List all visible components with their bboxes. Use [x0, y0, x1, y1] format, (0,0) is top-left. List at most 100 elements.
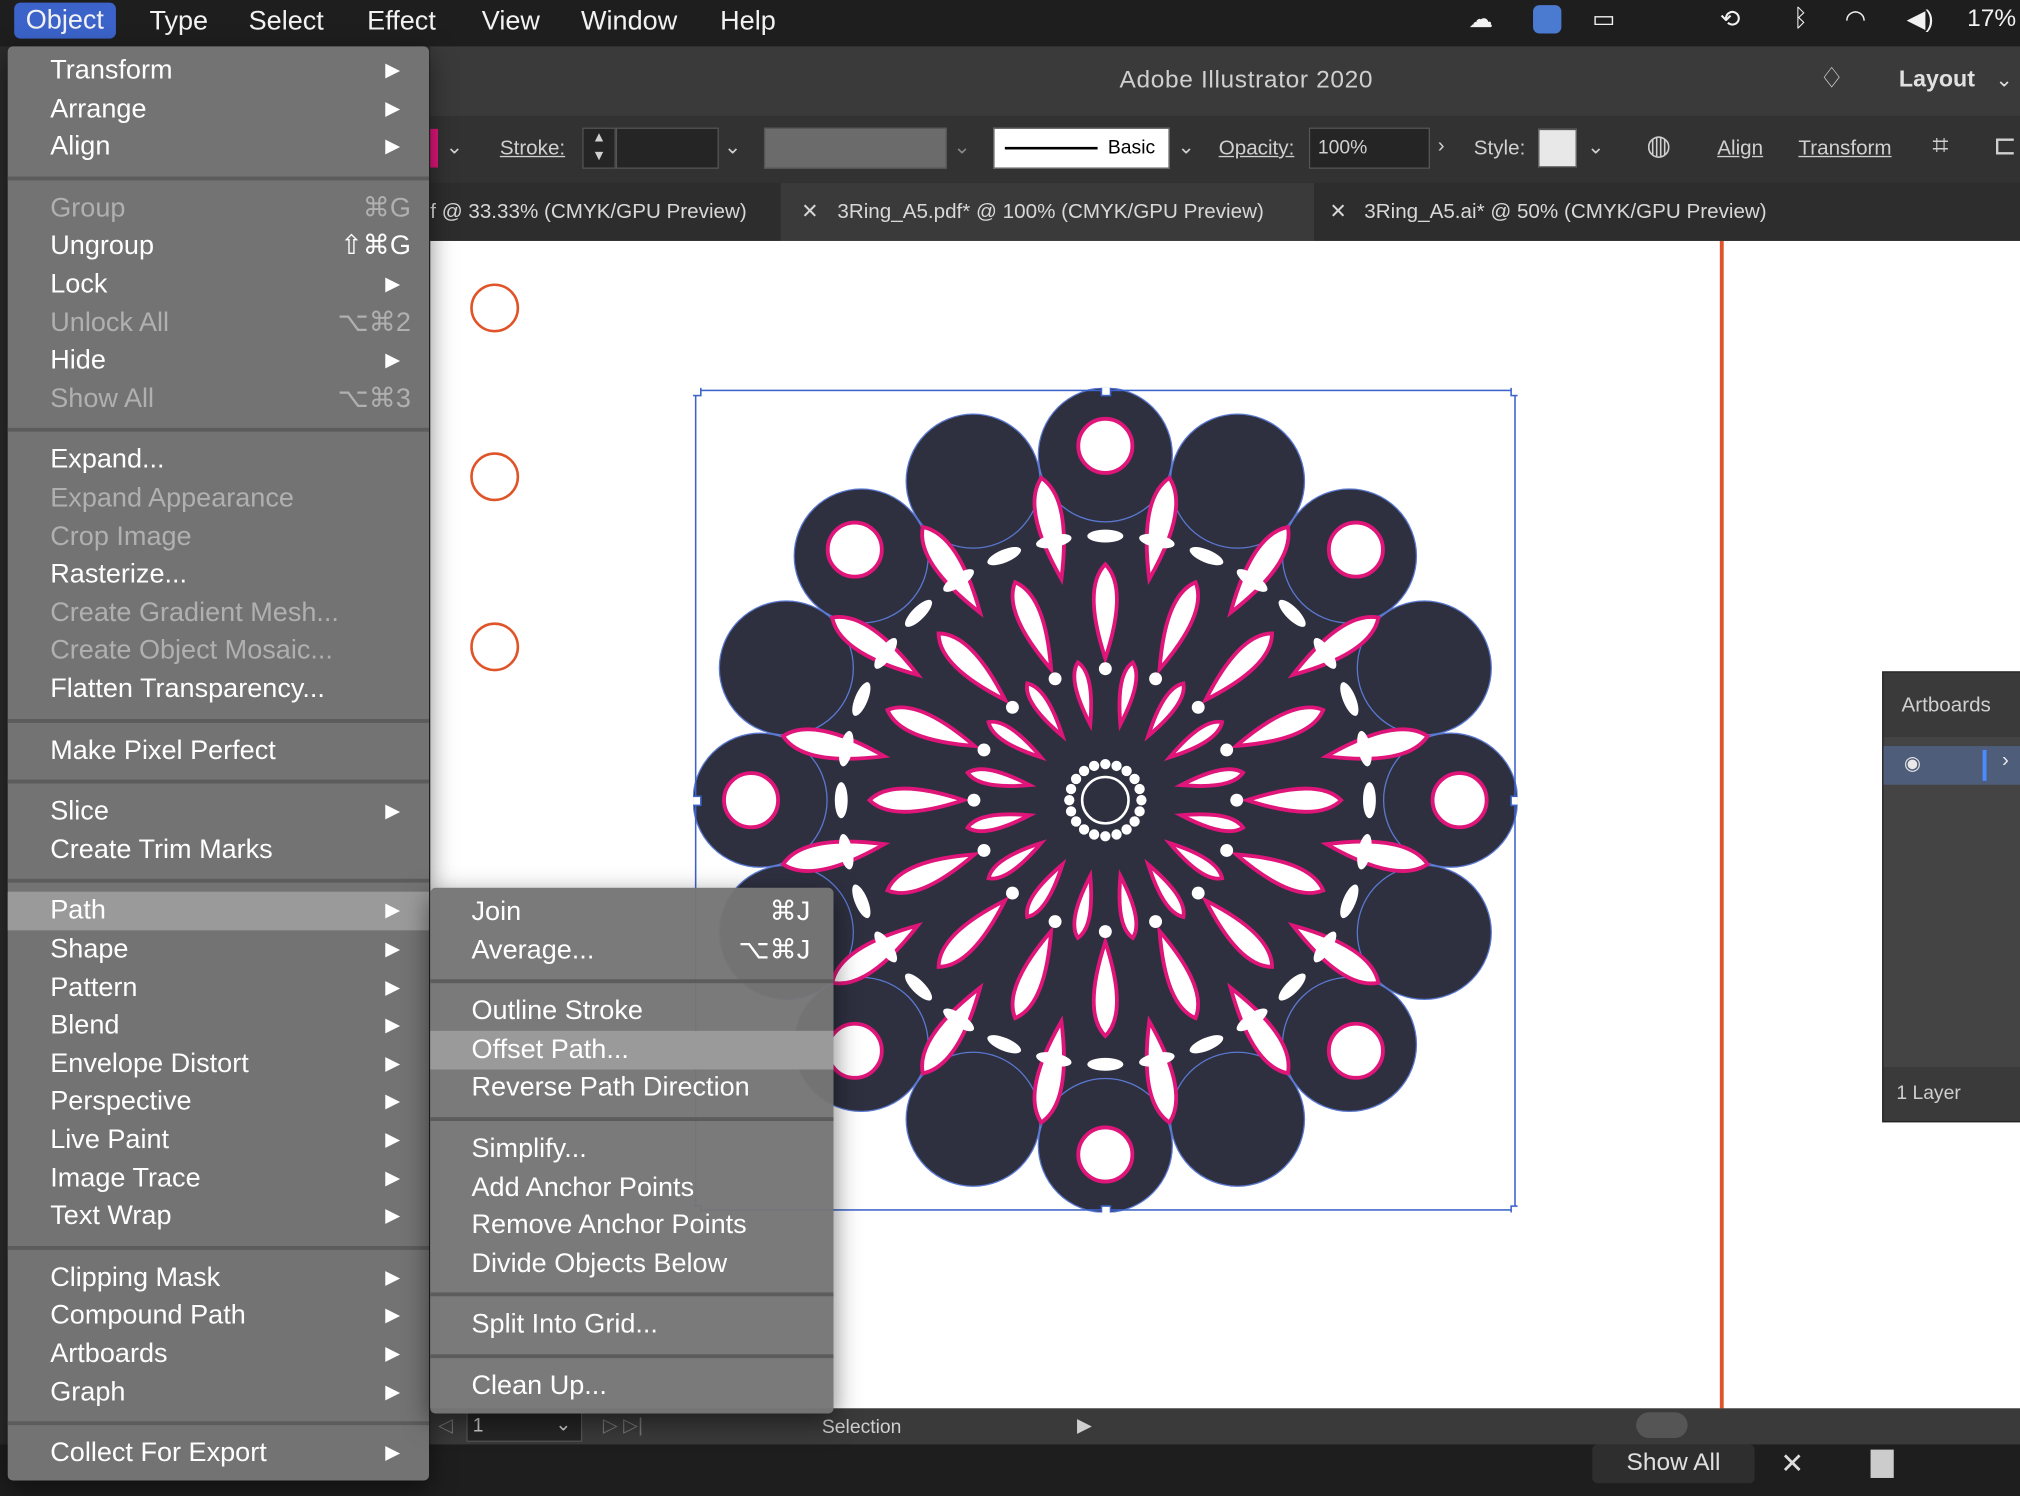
menu-item-reverse-path-direction[interactable]: Reverse Path Direction — [430, 1069, 833, 1108]
menu-select[interactable]: Select — [249, 6, 324, 37]
menu-item-hide[interactable]: Hide ▶ — [8, 342, 429, 381]
stroke-weight-dropdown[interactable]: ⌄ — [724, 134, 741, 160]
menu-item-clean-up[interactable]: Clean Up... — [430, 1367, 833, 1406]
isolate-icon[interactable]: ⌗ — [1932, 129, 1948, 163]
stroke-weight-stepper[interactable]: ▲ ▼ — [582, 127, 616, 169]
menu-item-split-into-grid[interactable]: Split Into Grid... — [430, 1306, 833, 1345]
menu-item-arrange[interactable]: Arrange ▶ — [8, 90, 429, 129]
menu-item-text-wrap[interactable]: Text Wrap ▶ — [8, 1197, 429, 1236]
arrange-icon[interactable]: ⊏ — [1993, 129, 2017, 163]
menu-item-create-trim-marks[interactable]: Create Trim Marks — [8, 831, 429, 870]
menu-item-envelope-distort[interactable]: Envelope Distort ▶ — [8, 1045, 429, 1084]
tab-document-1[interactable]: f @ 33.33% (CMYK/GPU Preview) — [430, 183, 780, 241]
menu-item-label: Flatten Transparency... — [50, 673, 325, 704]
eye-icon[interactable]: ◉ — [1904, 751, 1921, 775]
menu-item-remove-anchor-points[interactable]: Remove Anchor Points — [430, 1206, 833, 1245]
brush-dropdown[interactable]: ⌄ — [1177, 134, 1194, 160]
airplay-icon[interactable]: ▭ — [1592, 5, 1615, 35]
time-machine-icon[interactable]: ⟲ — [1720, 5, 1741, 35]
menu-item-divide-objects-below[interactable]: Divide Objects Below — [430, 1244, 833, 1283]
artboards-panel-title[interactable]: Artboards — [1901, 695, 1990, 718]
artboard-number-input[interactable]: 1 ⌄ — [466, 1412, 583, 1442]
menu-window[interactable]: Window — [581, 6, 677, 37]
menu-item-shape[interactable]: Shape ▶ — [8, 930, 429, 969]
align-link[interactable]: Align — [1717, 138, 1763, 161]
next-artboard-icon[interactable]: ▷ ▷| — [603, 1414, 643, 1437]
menu-help[interactable]: Help — [720, 6, 776, 37]
menu-item-compound-path[interactable]: Compound Path ▶ — [8, 1297, 429, 1336]
status-menu-arrow[interactable]: ▶ — [1077, 1414, 1092, 1437]
stroke-label[interactable]: Stroke: — [500, 138, 565, 161]
menu-item-ungroup[interactable]: Ungroup ⇧⌘G — [8, 227, 429, 266]
menu-item-image-trace[interactable]: Image Trace ▶ — [8, 1159, 429, 1198]
binder-ring-hole[interactable] — [470, 283, 520, 333]
opacity-label[interactable]: Opacity: — [1219, 138, 1295, 161]
opacity-arrow[interactable]: › — [1438, 135, 1445, 158]
menu-item-artboards[interactable]: Artboards ▶ — [8, 1335, 429, 1374]
menu-item-collect-for-export[interactable]: Collect For Export ▶ — [8, 1434, 429, 1473]
layer-row[interactable]: ◉ › — [1883, 746, 2020, 785]
document-thumbnail-icon[interactable] — [1870, 1449, 1894, 1478]
menu-item-live-paint[interactable]: Live Paint ▶ — [8, 1121, 429, 1160]
menu-item-clipping-mask[interactable]: Clipping Mask ▶ — [8, 1259, 429, 1298]
chevron-down-icon[interactable]: ⌄ — [555, 1412, 571, 1436]
lightbulb-icon[interactable]: ♢ — [1819, 62, 1844, 96]
binder-ring-hole[interactable] — [470, 452, 520, 502]
close-icon[interactable]: ✕ — [1780, 1447, 1804, 1481]
object-menu: Transform ▶ Arrange ▶ Align ▶ Group ⌘G Ungroup ⇧⌘… — [7, 46, 429, 1481]
menu-item-path[interactable]: Path ▶ — [7, 892, 429, 931]
menu-view[interactable]: View — [482, 6, 540, 37]
scroll-thumb[interactable] — [1636, 1412, 1688, 1439]
menu-item-slice[interactable]: Slice ▶ — [8, 793, 429, 832]
menu-item-graph[interactable]: Graph ▶ — [8, 1373, 429, 1412]
chevron-down-icon[interactable]: ⌄ — [1996, 67, 2013, 93]
volume-icon[interactable]: ◀) — [1907, 5, 1934, 35]
menu-item-simplify[interactable]: Simplify... — [430, 1130, 833, 1169]
menu-item-transform[interactable]: Transform ▶ — [8, 52, 429, 91]
menu-item-lock[interactable]: Lock ▶ — [8, 265, 429, 304]
menu-item-flatten-transparency[interactable]: Flatten Transparency... — [8, 670, 429, 709]
show-all-button[interactable]: Show All — [1592, 1444, 1755, 1484]
bluetooth-icon[interactable]: ᛒ — [1793, 5, 1808, 33]
variable-width-dropdown[interactable]: ⌄ — [953, 134, 970, 160]
menu-item-make-pixel-perfect[interactable]: Make Pixel Perfect — [8, 731, 429, 770]
style-swatch[interactable] — [1538, 128, 1577, 168]
menu-item-rasterize[interactable]: Rasterize... — [8, 556, 429, 595]
close-icon[interactable]: ✕ — [801, 183, 818, 241]
binder-ring-hole[interactable] — [470, 622, 520, 672]
mandala-center-dot — [1065, 806, 1077, 817]
menu-item-pattern[interactable]: Pattern ▶ — [8, 968, 429, 1007]
recolor-artwork-icon[interactable]: ◍ — [1646, 129, 1671, 163]
transform-link[interactable]: Transform — [1798, 138, 1891, 161]
mandala-center-dot — [1100, 831, 1111, 842]
menu-item-expand[interactable]: Expand... — [8, 441, 429, 480]
fill-dropdown[interactable]: ⌄ — [446, 134, 463, 160]
creative-cloud-icon[interactable]: ☁ — [1469, 5, 1493, 35]
fill-swatch[interactable] — [430, 128, 439, 168]
wifi-icon[interactable]: ◠ — [1845, 5, 1866, 35]
stroke-weight-input[interactable] — [615, 127, 719, 169]
menu-item-add-anchor-points[interactable]: Add Anchor Points — [430, 1168, 833, 1207]
menu-item-join[interactable]: Join ⌘J — [430, 893, 833, 932]
menu-item-blend[interactable]: Blend ▶ — [8, 1007, 429, 1046]
menu-item-align[interactable]: Align ▶ — [8, 128, 429, 167]
style-dropdown[interactable]: ⌄ — [1587, 134, 1604, 160]
app-status-icon[interactable] — [1533, 5, 1562, 41]
opacity-input[interactable]: 100% — [1308, 127, 1430, 169]
menu-type[interactable]: Type — [149, 6, 208, 37]
menu-item-average[interactable]: Average... ⌥⌘J — [430, 931, 833, 970]
tab-document-2[interactable]: ✕ 3Ring_A5.pdf* @ 100% (CMYK/GPU Preview… — [780, 182, 1315, 241]
first-artboard-icon[interactable]: ◁ — [438, 1414, 453, 1437]
battery-level[interactable]: 17% — [1967, 5, 2016, 33]
menu-item-perspective[interactable]: Perspective ▶ — [8, 1083, 429, 1122]
close-icon[interactable]: ✕ — [1329, 183, 1346, 241]
menu-object[interactable]: Object — [14, 2, 116, 39]
tab-document-3[interactable]: ✕ 3Ring_A5.ai* @ 50% (CMYK/GPU Preview) — [1314, 183, 1816, 241]
menu-effect[interactable]: Effect — [367, 6, 436, 37]
workspace-switcher[interactable]: Layout — [1899, 66, 1975, 93]
expand-arrow-icon[interactable]: › — [2002, 750, 2009, 773]
menu-item-offset-path[interactable]: Offset Path... — [430, 1030, 834, 1070]
variable-width-profile[interactable] — [763, 127, 947, 169]
menu-item-outline-stroke[interactable]: Outline Stroke — [430, 992, 833, 1031]
brush-definition[interactable]: Basic — [993, 127, 1170, 169]
